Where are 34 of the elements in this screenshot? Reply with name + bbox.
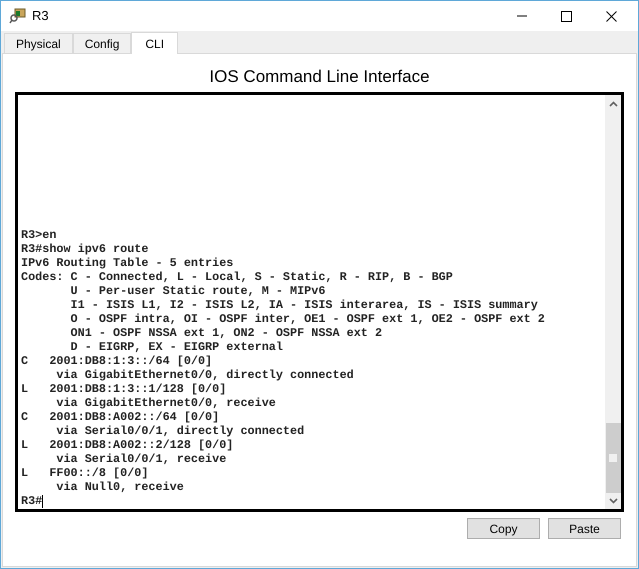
tab[interactable]: Config [72,33,132,53]
terminal-line: I1 - ISIS L1, I2 - ISIS L2, IA - ISIS interarea, IS - ISIS summary [70,298,539,312]
terminal-line: C 2001:DB8:1:3::/64 [0/0] [21,354,214,368]
terminal-line: via GigabitEthernet0/0, directly connected [55,368,355,382]
terminal-line: Codes: C - Connected, L - Local, S - Static, R - RIP, B - BGP [21,270,454,284]
action-button[interactable]: Paste [548,518,621,539]
terminal-line: via GigabitEthernet0/0, receive [55,396,277,410]
scroll-thumb[interactable] [606,423,620,493]
scrollbar[interactable] [605,95,621,509]
close-icon[interactable] [606,10,617,22]
scroll-down-icon[interactable] [608,498,618,504]
action-button[interactable]: Copy [467,518,540,539]
maximize-icon[interactable] [561,10,572,22]
scroll-up-icon[interactable] [608,101,618,107]
terminal-line: D - EIGRP, EX - EIGRP external [70,340,284,354]
terminal-line: R3#show ipv6 route [21,242,150,256]
terminal-line: O - OSPF intra, OI - OSPF inter, OE1 - OSPF ext 1, OE2 - OSPF ext 2 [70,312,546,326]
window-title: R3 [32,7,49,26]
panel-heading: IOS Command Line Interface [208,66,431,86]
terminal-line: via Serial0/0/1, directly connected [55,424,306,438]
tab[interactable]: Physical [4,33,73,53]
terminal-line: C 2001:DB8:A002::/64 [0/0] [21,410,220,424]
tab[interactable]: CLI [131,32,178,54]
terminal-line: ON1 - OSPF NSSA ext 1, ON2 - OSPF NSSA ext 2 [70,326,384,340]
command-prompt: R3# [21,494,42,508]
text-cursor [42,494,44,508]
terminal-line: U - Per-user Static route, M - MIPv6 [70,284,326,298]
terminal-line: via Serial0/0/1, receive [55,452,228,466]
terminal-line: via Null0, receive [55,480,185,494]
terminal-line: L FF00::/8 [0/0] [21,466,150,480]
terminal-line: L 2001:DB8:1:3::1/128 [0/0] [21,382,228,396]
terminal-line: L 2001:DB8:A002::2/128 [0/0] [21,438,234,452]
terminal-line: IPv6 Routing Table - 5 entries [21,256,234,270]
terminal-line: R3>en [21,228,58,242]
